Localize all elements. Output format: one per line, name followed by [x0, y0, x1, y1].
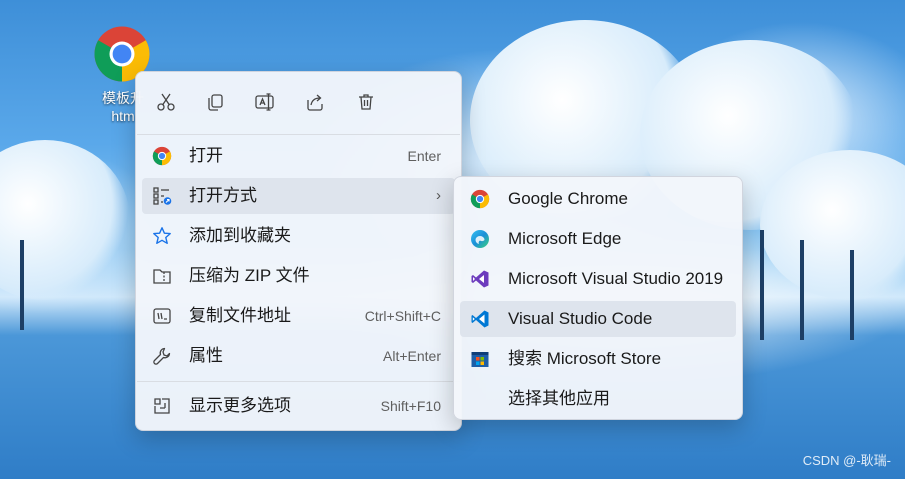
menu-divider [137, 381, 460, 382]
menu-item-label: 打开 [189, 146, 223, 165]
context-menu: 打开 Enter 打开方式 › 添加到收藏夹 压缩为 ZIP 文件 复制文件地址… [135, 71, 462, 431]
submenu-item-google-chrome[interactable]: Google Chrome [460, 181, 736, 217]
tree-trunk-decoration [850, 250, 854, 340]
open-with-icon [152, 186, 172, 206]
menu-item-shortcut: Ctrl+Shift+C [364, 308, 441, 324]
copy-button[interactable] [199, 86, 231, 118]
menu-item-show-more-options[interactable]: 显示更多选项 Shift+F10 [142, 388, 455, 424]
chevron-right-icon: › [436, 187, 441, 204]
delete-icon [359, 94, 373, 110]
vscode-icon [470, 309, 490, 329]
star-icon [152, 226, 172, 246]
tree-trunk-decoration [760, 230, 764, 340]
share-icon [307, 94, 323, 111]
cut-icon [157, 93, 175, 111]
menu-item-copy-path[interactable]: 复制文件地址 Ctrl+Shift+C [142, 298, 455, 334]
submenu-item-search-store[interactable]: 搜索 Microsoft Store [460, 341, 736, 377]
submenu-item-label: Microsoft Visual Studio 2019 [508, 269, 724, 288]
desktop-background: 模板升 htm 打开 Enter 打开方式 › 添加到收藏夹 压缩为 ZIP 文… [0, 0, 905, 479]
menu-item-open-with[interactable]: 打开方式 › [142, 178, 455, 214]
open-with-submenu: Google Chrome Microsoft Edge Microsoft V… [453, 176, 743, 420]
menu-item-shortcut: Alt+Enter [383, 348, 441, 364]
submenu-item-label: 选择其他应用 [508, 389, 610, 408]
rename-button[interactable] [249, 86, 281, 118]
store-icon [470, 349, 490, 369]
submenu-item-visual-studio-code[interactable]: Visual Studio Code [460, 301, 736, 337]
more-options-icon [152, 396, 172, 416]
submenu-item-label: Visual Studio Code [508, 309, 653, 328]
chrome-icon [152, 146, 172, 166]
menu-item-compress-zip[interactable]: 压缩为 ZIP 文件 [142, 258, 455, 294]
wrench-icon [152, 346, 172, 366]
menu-item-label: 复制文件地址 [189, 306, 291, 325]
submenu-item-label: 搜索 Microsoft Store [508, 349, 662, 368]
visual-studio-icon [470, 269, 490, 289]
menu-item-label: 打开方式 [189, 186, 257, 205]
menu-divider [137, 134, 460, 135]
edge-icon [470, 229, 490, 249]
menu-item-label: 添加到收藏夹 [189, 226, 291, 245]
chrome-icon [470, 189, 490, 209]
menu-item-label: 显示更多选项 [189, 396, 291, 415]
menu-item-shortcut: Enter [407, 148, 441, 164]
zip-folder-icon [152, 266, 172, 286]
share-button[interactable] [299, 86, 331, 118]
copy-path-icon [152, 306, 172, 326]
menu-item-open[interactable]: 打开 Enter [142, 138, 455, 174]
submenu-item-visual-studio-2019[interactable]: Microsoft Visual Studio 2019 [460, 261, 736, 297]
menu-item-shortcut: Shift+F10 [380, 398, 441, 414]
submenu-item-label: Microsoft Edge [508, 229, 622, 248]
menu-item-label: 属性 [189, 346, 223, 365]
tree-trunk-decoration [20, 240, 24, 330]
menu-item-label: 压缩为 ZIP 文件 [189, 266, 310, 285]
watermark-text: CSDN @-耿瑞- [802, 453, 891, 468]
submenu-item-microsoft-edge[interactable]: Microsoft Edge [460, 221, 736, 257]
menu-item-properties[interactable]: 属性 Alt+Enter [142, 338, 455, 374]
submenu-item-label: Google Chrome [508, 189, 629, 208]
tree-trunk-decoration [800, 240, 804, 340]
submenu-item-choose-other-app[interactable]: 选择其他应用 [460, 381, 736, 417]
rename-icon [255, 93, 274, 111]
delete-button[interactable] [350, 86, 382, 118]
menu-item-add-to-favorites[interactable]: 添加到收藏夹 [142, 218, 455, 254]
context-menu-toolbar [136, 72, 461, 132]
cut-button[interactable] [150, 86, 182, 118]
copy-icon [208, 94, 223, 111]
